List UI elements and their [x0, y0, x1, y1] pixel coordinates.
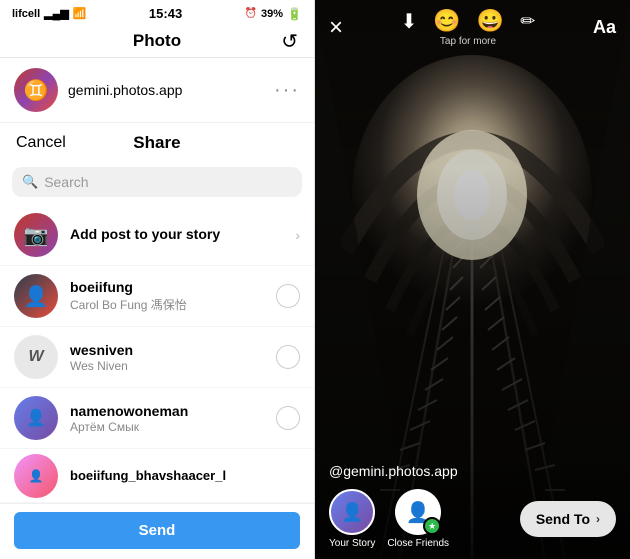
close-friends-button[interactable]: 👤 ★ Close Friends	[387, 489, 449, 549]
chevron-icon: ›	[295, 227, 300, 243]
search-placeholder: Search	[44, 174, 292, 190]
story-text-col: Add post to your story	[70, 226, 283, 244]
share-bar: Cancel Share	[0, 123, 314, 163]
avatar: ♊	[14, 68, 58, 112]
signal-icon: ▂▄▆	[44, 7, 69, 20]
time-label: 15:43	[149, 6, 182, 21]
send-to-label: Send To	[536, 511, 590, 527]
status-bar: lifcell ▂▄▆ 📶 15:43 ⏰ 39% 🔋	[0, 0, 314, 25]
battery-icon: 🔋	[287, 7, 302, 21]
wes-text-col: wesniven Wes Niven	[70, 342, 264, 373]
profile-row[interactable]: ♊ gemini.photos.app ···	[0, 58, 314, 123]
status-right: ⏰ 39% 🔋	[245, 7, 302, 21]
toolbar-center: ⬇ 😊 😀 ✏ Tap for more	[401, 8, 536, 47]
nav-bar: Photo ↺	[0, 25, 314, 58]
name-sub: Артём Смык	[70, 420, 264, 434]
select-circle[interactable]	[276, 406, 300, 430]
last-avatar: 👤	[14, 454, 58, 498]
nav-title: Photo	[133, 31, 181, 51]
wes-icon: W	[28, 348, 43, 366]
bottom-row: 👤 Your Story 👤 ★ Close Friends Send To ›	[329, 489, 616, 549]
alarm-icon: ⏰	[245, 8, 257, 19]
search-bar[interactable]: 🔍 Search	[12, 167, 302, 197]
green-badge: ★	[423, 517, 441, 535]
boei-text-col: boeiifung Carol Bo Fung 馮保怡	[70, 279, 264, 313]
your-story-label: Your Story	[329, 538, 375, 549]
profile-name: gemini.photos.app	[68, 82, 264, 98]
story-icon: 📷	[24, 223, 49, 248]
close-friends-label: Close Friends	[387, 538, 449, 549]
wes-name: wesniven	[70, 342, 264, 358]
more-icon[interactable]: ···	[274, 79, 300, 102]
select-circle[interactable]	[276, 345, 300, 369]
name-text-col: namenowoneman Артём Смык	[70, 403, 264, 434]
search-wrap: 🔍 Search +	[0, 163, 314, 205]
wes-avatar: W	[14, 335, 58, 379]
name-name: namenowoneman	[70, 403, 264, 419]
toolbar-left: ×	[329, 14, 343, 42]
right-panel: × ⬇ 😊 😀 ✏ Tap for more Aa @gemini.photos…	[315, 0, 630, 559]
list-item[interactable]: 👤 boeiifung_bhavshaacer_l	[0, 449, 314, 503]
select-circle[interactable]	[276, 284, 300, 308]
close-friends-avatar: 👤 ★	[395, 489, 441, 535]
your-story-button[interactable]: 👤 Your Story	[329, 489, 375, 549]
wifi-icon: 📶	[73, 7, 87, 20]
boei-avatar: 👤	[14, 274, 58, 318]
your-story-avatar: 👤	[329, 489, 375, 535]
status-left: lifcell ▂▄▆ 📶	[12, 7, 87, 20]
send-button[interactable]: Send	[14, 512, 300, 549]
tap-more-label: Tap for more	[440, 36, 496, 47]
search-icon: 🔍	[22, 174, 38, 190]
person-icon: 👤	[24, 284, 49, 309]
chevron-right-icon: ›	[596, 512, 600, 526]
username-tag: @gemini.photos.app	[329, 463, 616, 479]
list-item[interactable]: W wesniven Wes Niven	[0, 327, 314, 388]
list-item[interactable]: 👤 namenowoneman Артём Смык	[0, 388, 314, 449]
close-icon[interactable]: ×	[329, 14, 343, 42]
share-title: Share	[133, 133, 180, 153]
wes-sub: Wes Niven	[70, 359, 264, 373]
sticker-icon[interactable]: 😀	[477, 8, 504, 34]
pen-icon[interactable]: ✏	[520, 11, 535, 32]
carrier-label: lifcell	[12, 8, 40, 20]
bottom-overlay: @gemini.photos.app 👤 Your Story 👤 ★ Clos…	[315, 455, 630, 559]
face-effects-icon[interactable]: 😊	[433, 8, 460, 34]
send-to-button[interactable]: Send To ›	[520, 501, 616, 537]
star-icon: ★	[428, 521, 436, 532]
download-icon[interactable]: ⬇	[401, 9, 418, 34]
last-text-col: boeiifung_bhavshaacer_l	[70, 468, 300, 483]
story-item-name: Add post to your story	[70, 226, 220, 242]
last-name: boeiifung_bhavshaacer_l	[70, 468, 300, 483]
toolbar-icons: ⬇ 😊 😀 ✏	[401, 8, 536, 34]
person-icon: 👤	[341, 502, 363, 523]
name-avatar: 👤	[14, 396, 58, 440]
refresh-icon[interactable]: ↺	[281, 29, 298, 54]
send-wrap: Send	[0, 503, 314, 559]
list-item[interactable]: 👤 boeiifung Carol Bo Fung 馮保怡	[0, 266, 314, 327]
boei-name: boeiifung	[70, 279, 264, 295]
battery-label: 39%	[261, 8, 283, 20]
name-icon: 👤	[26, 408, 46, 428]
story-avatar: 📷	[14, 213, 58, 257]
left-panel: lifcell ▂▄▆ 📶 15:43 ⏰ 39% 🔋 Photo ↺ ♊ ge…	[0, 0, 315, 559]
text-style-button[interactable]: Aa	[593, 17, 616, 38]
list-item[interactable]: 📷 Add post to your story ›	[0, 205, 314, 266]
last-icon: 👤	[29, 469, 44, 483]
right-toolbar: × ⬇ 😊 😀 ✏ Tap for more Aa	[315, 0, 630, 51]
gemini-icon: ♊	[24, 78, 49, 103]
toolbar-right: Aa	[593, 17, 616, 38]
boei-sub: Carol Bo Fung 馮保怡	[70, 296, 264, 313]
cancel-button[interactable]: Cancel	[16, 134, 66, 152]
